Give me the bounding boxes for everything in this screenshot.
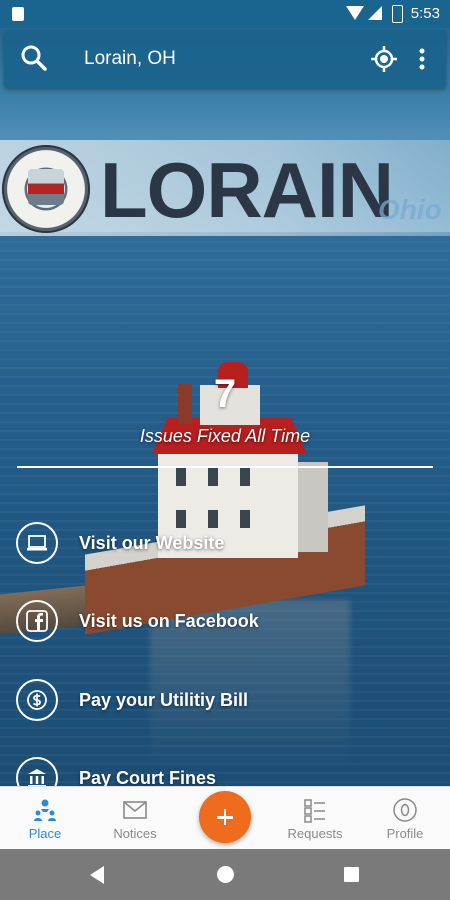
action-label: Visit our Website [79, 533, 225, 553]
issues-fixed-count: 7 [213, 372, 237, 416]
nav-label: Requests [287, 826, 343, 841]
dollar-icon [16, 679, 58, 721]
action-label: Pay your Utilitiy Bill [79, 690, 249, 710]
visit-website-action[interactable]: Visit our Website [16, 522, 436, 570]
cell-signal-icon [368, 6, 382, 20]
nav-place[interactable]: Place [0, 787, 90, 850]
facebook-icon [16, 600, 58, 642]
nav-requests[interactable]: Requests [270, 787, 360, 850]
envelope-icon [123, 801, 147, 819]
battery-icon [392, 5, 403, 23]
wifi-icon [346, 6, 364, 20]
search-icon[interactable] [20, 44, 48, 72]
state-name-logo: Ohio [378, 194, 442, 225]
overflow-menu-icon[interactable] [416, 45, 428, 73]
nav-notices[interactable]: Notices [90, 787, 180, 850]
city-name-logo: LORAIN [100, 146, 394, 234]
profile-icon [393, 798, 417, 822]
recent-apps-icon[interactable] [344, 867, 359, 882]
nav-label: Notices [113, 826, 157, 841]
issues-fixed-label: Issues Fixed All Time [139, 426, 311, 446]
laptop-icon [16, 522, 58, 564]
system-navigation-bar [0, 849, 450, 900]
nav-label: Place [28, 826, 62, 841]
location-search-bar[interactable]: Lorain, OH [4, 30, 446, 88]
add-request-button[interactable] [199, 791, 251, 843]
status-bar: 5:53 [0, 0, 450, 28]
nav-profile[interactable]: Profile [360, 787, 450, 850]
my-location-icon[interactable] [370, 45, 398, 73]
visit-facebook-action[interactable]: Visit us on Facebook [16, 600, 436, 648]
pay-utility-bill-action[interactable]: Pay your Utilitiy Bill [16, 679, 436, 727]
status-time: 5:53 [410, 5, 440, 22]
home-icon[interactable] [217, 866, 234, 883]
location-title[interactable]: Lorain, OH [84, 48, 176, 70]
place-icon [34, 799, 56, 821]
divider [17, 466, 433, 468]
nav-label: Profile [386, 826, 424, 841]
action-label: Visit us on Facebook [79, 611, 259, 631]
requests-icon [304, 799, 325, 823]
sim-card-icon [12, 7, 24, 21]
city-seal-logo [2, 145, 90, 233]
back-icon[interactable] [90, 866, 104, 884]
